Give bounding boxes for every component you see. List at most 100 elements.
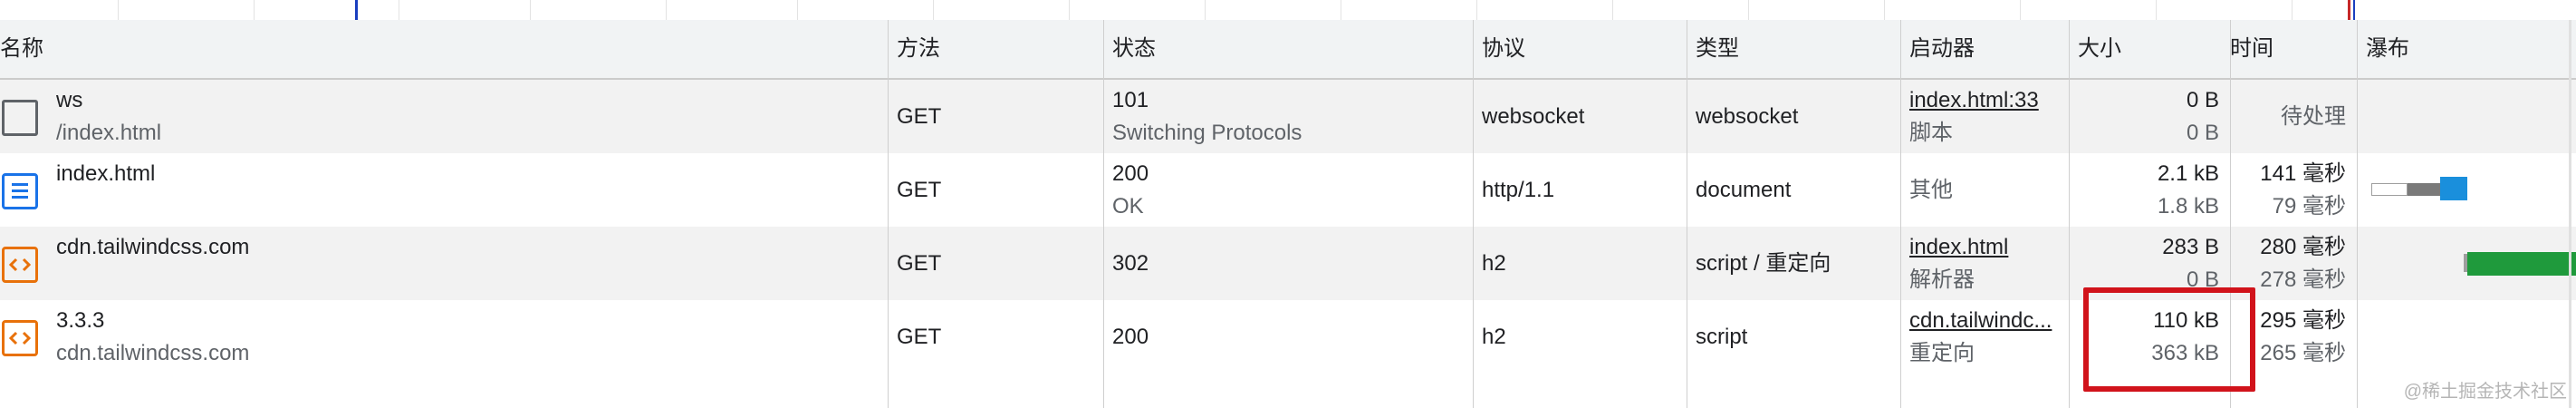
column-header-waterfall[interactable]: 瀑布 — [2357, 20, 2576, 78]
protocol-cell: websocket — [1482, 104, 1585, 129]
overview-gridline — [118, 0, 119, 20]
name-cell: index.html — [0, 153, 888, 227]
scrollbar-track[interactable] — [2569, 20, 2571, 408]
websocket-icon — [2, 100, 38, 136]
size-transferred: 283 B — [2162, 235, 2219, 259]
initiator-link[interactable]: index.html:33 — [1909, 87, 2060, 114]
table-row[interactable]: index.html GET 200 OK http/1.1 document … — [0, 153, 2576, 227]
size-cell: 0 B 0 B — [2069, 80, 2230, 153]
size-transferred: 2.1 kB — [2157, 161, 2219, 186]
initiator-cell: cdn.tailwindc... 重定向 — [1900, 300, 2069, 374]
column-header-initiator[interactable]: 启动器 — [1900, 20, 2069, 78]
column-header-status[interactable]: 状态 — [1103, 20, 1473, 78]
column-header-protocol[interactable]: 协议 — [1473, 20, 1687, 78]
status-text: Switching Protocols — [1112, 121, 1302, 145]
column-divider[interactable] — [2357, 20, 2358, 408]
size-resource: 0 B — [2186, 121, 2219, 145]
request-name: ws — [56, 88, 83, 112]
overview-gridline — [1612, 0, 1613, 20]
request-path — [56, 267, 879, 294]
column-divider[interactable] — [888, 20, 889, 408]
size-resource: 1.8 kB — [2157, 194, 2219, 219]
initiator-cell: index.html 解析器 — [1900, 227, 2069, 300]
dom-marker — [2353, 0, 2355, 20]
overview-gridline — [1205, 0, 1206, 20]
time-cell: 141 毫秒 79 毫秒 — [2221, 153, 2357, 227]
waterfall-cell — [2357, 153, 2576, 227]
method-cell: GET — [897, 325, 942, 349]
column-header-method[interactable]: 方法 — [888, 20, 1103, 78]
protocol-cell: h2 — [1482, 251, 1506, 276]
overview-gridline — [530, 0, 531, 20]
initiator-link[interactable]: index.html — [1909, 234, 2060, 261]
time-cell: 待处理 — [2281, 104, 2346, 129]
load-marker — [2348, 0, 2350, 20]
type-cell: document — [1696, 178, 1792, 202]
column-divider[interactable] — [1473, 20, 1474, 408]
request-path — [56, 193, 879, 220]
request-path: /index.html — [56, 121, 162, 145]
name-cell: 3.3.3 cdn.tailwindcss.com — [0, 300, 888, 374]
type-cell: websocket — [1696, 104, 1799, 129]
initiator-type: 重定向 — [1909, 341, 1975, 365]
column-divider[interactable] — [1900, 20, 1901, 408]
column-header-name[interactable]: 名称 — [0, 20, 888, 78]
overview-gridline — [1069, 0, 1070, 20]
overview-gridline — [1884, 0, 1885, 20]
status-text: OK — [1112, 194, 1144, 219]
time-latency: 79 毫秒 — [2272, 194, 2346, 219]
dom-content-loaded-marker — [355, 0, 358, 20]
initiator-cell: index.html:33 脚本 — [1900, 80, 2069, 153]
protocol-cell: http/1.1 — [1482, 178, 1555, 202]
size-cell: 2.1 kB 1.8 kB — [2069, 153, 2230, 227]
overview-timeline[interactable] — [0, 0, 2576, 21]
status-cell: 302 — [1112, 251, 1149, 276]
time-total: 141 毫秒 — [2260, 161, 2346, 186]
status-code: 101 — [1112, 88, 1149, 112]
request-name: cdn.tailwindcss.com — [56, 235, 250, 259]
column-header-type[interactable]: 类型 — [1687, 20, 1900, 78]
waterfall-cell — [2357, 80, 2576, 153]
script-icon — [2, 320, 38, 356]
waterfall-download-bar — [2440, 177, 2467, 200]
status-cell: 200 — [1112, 325, 1149, 349]
waterfall-download-bar — [2467, 252, 2576, 276]
status-cell: 101 Switching Protocols — [1103, 80, 1473, 153]
initiator-type: 解析器 — [1909, 267, 1975, 292]
initiator-cell: 其他 — [1909, 178, 1953, 202]
overview-gridline — [1476, 0, 1477, 20]
document-icon — [2, 173, 38, 209]
table-row[interactable]: ws /index.html GET 101 Switching Protoco… — [0, 80, 2576, 153]
time-total: 280 毫秒 — [2260, 235, 2346, 259]
overview-gridline — [254, 0, 255, 20]
table-header: 名称 方法 状态 协议 类型 启动器 大小 时间 瀑布 — [0, 20, 2576, 80]
waterfall-cell — [2357, 300, 2576, 374]
method-cell: GET — [897, 104, 942, 129]
column-divider[interactable] — [1103, 20, 1104, 408]
watermark-text: @稀土掘金技术社区 — [2403, 382, 2567, 402]
overview-gridline — [2020, 0, 2021, 20]
method-cell: GET — [897, 251, 942, 276]
column-divider[interactable] — [2069, 20, 2070, 408]
waterfall-cell — [2357, 227, 2576, 300]
overview-gridline — [797, 0, 798, 20]
column-header-time[interactable]: 时间 — [2221, 20, 2357, 78]
overview-gridline — [933, 0, 934, 20]
network-request-table: 名称 方法 状态 协议 类型 启动器 大小 时间 瀑布 ws /index.ht… — [0, 20, 2576, 408]
type-cell: script — [1696, 325, 1748, 349]
request-name: 3.3.3 — [56, 308, 105, 333]
initiator-link[interactable]: cdn.tailwindc... — [1909, 307, 2060, 335]
method-cell: GET — [897, 178, 942, 202]
size-highlight-box — [2083, 287, 2255, 392]
column-header-size[interactable]: 大小 — [2069, 20, 2230, 78]
size-transferred: 0 B — [2186, 88, 2219, 112]
initiator-type: 脚本 — [1909, 121, 1953, 145]
overview-gridline — [1748, 0, 1749, 20]
overview-gridline — [2156, 0, 2157, 20]
status-cell: 200 OK — [1103, 153, 1473, 227]
status-code: 200 — [1112, 161, 1149, 186]
overview-gridline — [666, 0, 667, 20]
waterfall-queueing-bar — [2371, 183, 2408, 196]
request-name: index.html — [56, 161, 156, 186]
script-icon — [2, 247, 38, 283]
